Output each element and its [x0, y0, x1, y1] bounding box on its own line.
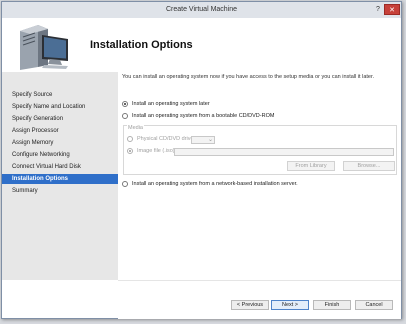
next-button[interactable]: Next >: [271, 300, 309, 310]
sidebar-item-memory[interactable]: Assign Memory: [2, 138, 118, 148]
option-install-cd-dvd[interactable]: Install an operating system from a boota…: [122, 113, 274, 119]
sidebar-item-name-location[interactable]: Specify Name and Location: [2, 102, 118, 112]
sidebar-item-summary[interactable]: Summary: [2, 186, 118, 196]
close-button[interactable]: ✕: [384, 4, 400, 15]
intro-text: You can install an operating system now …: [122, 74, 375, 80]
sidebar-item-processor[interactable]: Assign Processor: [2, 126, 118, 136]
title-bar: Create Virtual Machine ? ✕: [2, 2, 401, 19]
previous-button[interactable]: < Previous: [231, 300, 269, 310]
sidebar-item-installation-options[interactable]: Installation Options: [2, 174, 118, 184]
window-title: Create Virtual Machine: [165, 6, 238, 13]
physical-drive-option: Physical CD/DVD drive:: [127, 136, 195, 142]
sidebar-item-networking[interactable]: Configure Networking: [2, 150, 118, 160]
physical-drive-radio: [127, 136, 133, 142]
server-computer-icon: [20, 25, 68, 70]
wizard-header: Installation Options: [2, 18, 401, 72]
image-file-label: Image file (.iso):: [137, 148, 177, 154]
media-legend: Media: [127, 125, 144, 131]
image-file-option: Image file (.iso):: [127, 148, 176, 154]
media-group: Media Physical CD/DVD drive: ⌄ Image fil…: [123, 125, 397, 175]
browse-button: Browse...: [343, 161, 395, 171]
cancel-button[interactable]: Cancel: [355, 300, 393, 310]
install-cd-dvd-radio[interactable]: [122, 113, 128, 119]
install-later-label: Install an operating system later: [132, 101, 210, 107]
physical-drive-label: Physical CD/DVD drive:: [137, 136, 196, 142]
install-network-label: Install an operating system from a netwo…: [132, 181, 298, 187]
create-vm-window: Create Virtual Machine ? ✕ Installation …: [1, 1, 402, 319]
option-install-network[interactable]: Install an operating system from a netwo…: [122, 181, 298, 187]
from-library-button: From Library: [287, 161, 335, 171]
wizard-steps-sidebar: Specify Source Specify Name and Location…: [2, 72, 118, 280]
finish-button[interactable]: Finish: [313, 300, 351, 310]
wizard-footer: < Previous Next > Finish Cancel: [118, 280, 401, 319]
install-network-radio[interactable]: [122, 181, 128, 187]
chevron-down-icon: ⌄: [207, 137, 213, 143]
physical-drive-dropdown: ⌄: [191, 136, 215, 144]
help-button[interactable]: ?: [373, 4, 383, 15]
install-cd-dvd-label: Install an operating system from a boota…: [132, 113, 275, 119]
image-file-radio: [127, 148, 133, 154]
sidebar-item-hard-disk[interactable]: Connect Virtual Hard Disk: [2, 162, 118, 172]
option-install-later[interactable]: Install an operating system later: [122, 101, 210, 107]
sidebar-item-specify-source[interactable]: Specify Source: [2, 90, 118, 100]
page-title: Installation Options: [90, 39, 193, 51]
sidebar-item-generation[interactable]: Specify Generation: [2, 114, 118, 124]
install-later-radio[interactable]: [122, 101, 128, 107]
image-file-path-input: [174, 148, 394, 156]
wizard-content: You can install an operating system now …: [118, 72, 401, 280]
